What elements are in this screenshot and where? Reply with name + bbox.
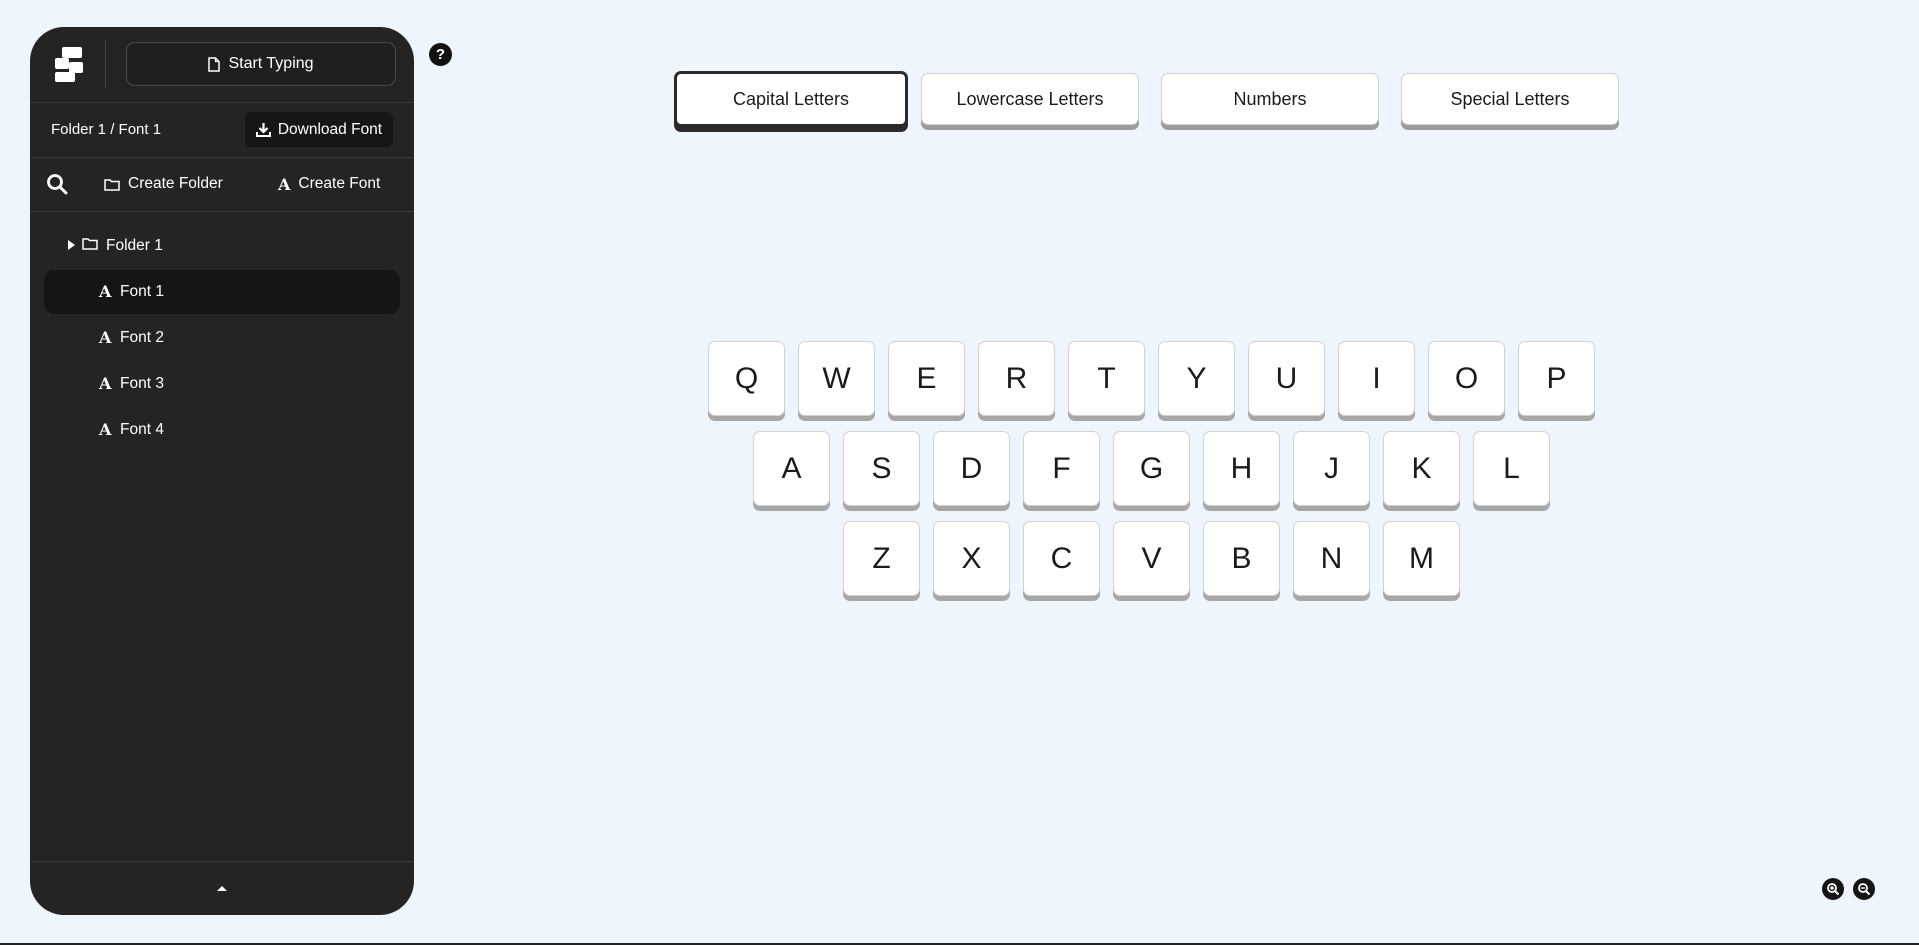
- tree-font-1[interactable]: A Font 1: [44, 270, 400, 314]
- key-t[interactable]: T: [1068, 341, 1145, 416]
- tab-numbers[interactable]: Numbers: [1161, 73, 1379, 125]
- key-a[interactable]: A: [753, 431, 830, 506]
- key-y[interactable]: Y: [1158, 341, 1235, 416]
- key-u[interactable]: U: [1248, 341, 1325, 416]
- key-g[interactable]: G: [1113, 431, 1190, 506]
- key-n[interactable]: N: [1293, 521, 1370, 596]
- zoom-in-icon: [1827, 883, 1840, 896]
- font-a-icon: A: [99, 282, 112, 301]
- key-z[interactable]: Z: [843, 521, 920, 596]
- caret-right-icon[interactable]: [68, 240, 75, 250]
- tree-font-label: Font 4: [120, 421, 164, 438]
- tab-special-letters[interactable]: Special Letters: [1401, 73, 1619, 125]
- key-c[interactable]: C: [1023, 521, 1100, 596]
- font-a-icon: A: [99, 328, 112, 347]
- key-x[interactable]: X: [933, 521, 1010, 596]
- tree-folder-1[interactable]: Folder 1: [44, 224, 400, 268]
- tree-font-2[interactable]: A Font 2: [44, 316, 400, 360]
- tab-lowercase-letters[interactable]: Lowercase Letters: [921, 73, 1139, 125]
- file-tree: Folder 1 A Font 1 A Font 2 A Font 3 A Fo…: [30, 224, 414, 454]
- divider: [105, 40, 106, 88]
- zoom-in-button[interactable]: [1822, 878, 1844, 900]
- download-icon: [255, 123, 271, 137]
- key-r[interactable]: R: [978, 341, 1055, 416]
- tree-font-label: Font 1: [120, 283, 164, 300]
- tree-font-label: Font 2: [120, 329, 164, 346]
- toolbar: Create Folder A Create Font: [30, 158, 414, 212]
- zoom-out-button[interactable]: [1853, 878, 1875, 900]
- start-typing-button[interactable]: Start Typing: [126, 42, 396, 86]
- key-v[interactable]: V: [1113, 521, 1190, 596]
- key-d[interactable]: D: [933, 431, 1010, 506]
- breadcrumb: Folder 1 / Font 1: [51, 121, 162, 138]
- tree-font-4[interactable]: A Font 4: [44, 408, 400, 452]
- key-e[interactable]: E: [888, 341, 965, 416]
- app-logo-icon[interactable]: [52, 45, 86, 83]
- path-bar: Folder 1 / Font 1 Download Font: [30, 103, 414, 158]
- key-j[interactable]: J: [1293, 431, 1370, 506]
- tree-font-label: Font 3: [120, 375, 164, 392]
- key-m[interactable]: M: [1383, 521, 1460, 596]
- create-folder-button[interactable]: Create Folder: [104, 171, 223, 197]
- download-font-button[interactable]: Download Font: [245, 112, 393, 147]
- key-b[interactable]: B: [1203, 521, 1280, 596]
- folder-icon: [104, 178, 120, 191]
- tree-font-3[interactable]: A Font 3: [44, 362, 400, 406]
- download-font-label: Download Font: [277, 120, 383, 138]
- key-w[interactable]: W: [798, 341, 875, 416]
- caret-up-icon[interactable]: [214, 882, 230, 894]
- key-l[interactable]: L: [1473, 431, 1550, 506]
- key-p[interactable]: P: [1518, 341, 1595, 416]
- font-a-icon: A: [278, 174, 291, 194]
- key-s[interactable]: S: [843, 431, 920, 506]
- create-font-label: Create Font: [298, 175, 381, 192]
- key-h[interactable]: H: [1203, 431, 1280, 506]
- tab-capital-letters[interactable]: Capital Letters: [674, 71, 908, 127]
- create-folder-label: Create Folder: [128, 175, 223, 192]
- sidebar-header: Start Typing: [30, 27, 414, 103]
- document-icon: [208, 56, 221, 72]
- font-a-icon: A: [99, 420, 112, 439]
- sidebar: Start Typing Folder 1 / Font 1 Download …: [30, 27, 414, 915]
- font-a-icon: A: [99, 374, 112, 393]
- search-icon[interactable]: [46, 173, 68, 195]
- key-o[interactable]: O: [1428, 341, 1505, 416]
- create-font-button[interactable]: A Create Font: [278, 171, 380, 197]
- tree-folder-label: Folder 1: [106, 237, 163, 254]
- key-k[interactable]: K: [1383, 431, 1460, 506]
- key-i[interactable]: I: [1338, 341, 1415, 416]
- zoom-out-icon: [1858, 883, 1871, 896]
- key-f[interactable]: F: [1023, 431, 1100, 506]
- help-button[interactable]: ?: [429, 43, 452, 66]
- sidebar-footer: [30, 861, 414, 915]
- key-q[interactable]: Q: [708, 341, 785, 416]
- folder-icon: [82, 238, 98, 250]
- start-typing-label: Start Typing: [228, 55, 314, 72]
